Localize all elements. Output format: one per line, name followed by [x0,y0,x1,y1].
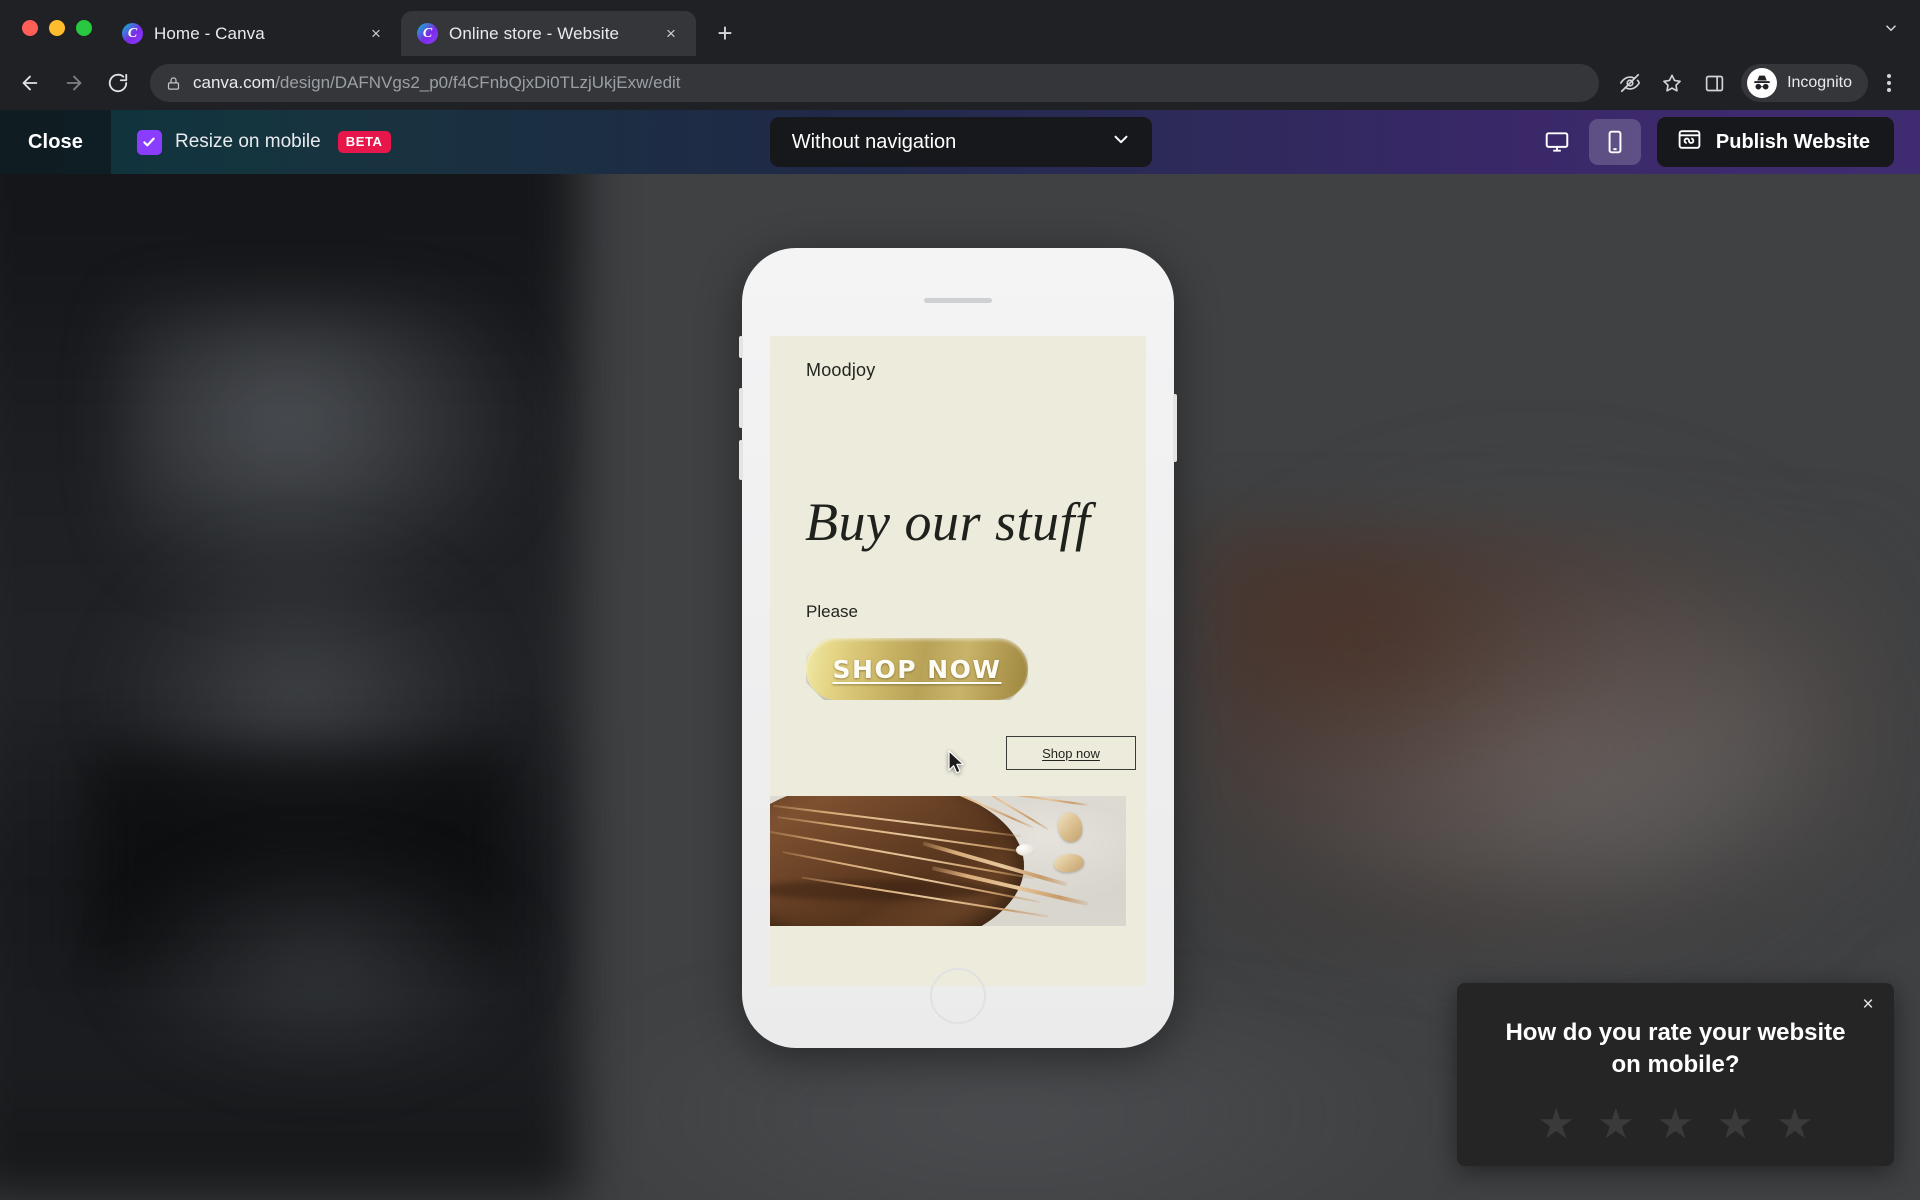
kebab-menu-icon[interactable] [1872,64,1906,102]
mobile-view-icon[interactable] [1588,119,1641,165]
resize-on-mobile-group[interactable]: Resize on mobile BETA [111,129,391,155]
forward-arrow-icon[interactable] [54,63,94,103]
toolbar-center-group: Without navigation [391,117,1531,167]
phone-volume-down-button [739,440,743,480]
canva-website-editor: Close Resize on mobile BETA Without navi… [0,110,1920,1200]
canva-icon: C [417,23,438,44]
tab-search-chevron-icon[interactable] [1870,0,1912,56]
url-path: /design/DAFNVgs2_p0/f4CFnbQjxDi0TLzjUkjE… [275,73,681,92]
backdrop-right-photo-blur [1195,520,1895,950]
publish-website-button[interactable]: Publish Website [1656,117,1894,167]
star-rating-group[interactable]: ★ ★ ★ ★ ★ [1457,1103,1894,1145]
close-icon[interactable]: × [363,21,389,47]
side-panel-icon[interactable] [1695,64,1733,102]
address-bar-text: canva.com/design/DAFNVgs2_p0/f4CFnbQjxDi… [193,73,681,93]
close-window-button[interactable] [22,20,38,36]
star-icon[interactable]: ★ [1716,1103,1754,1145]
back-arrow-icon[interactable] [10,63,50,103]
window-traffic-lights [14,0,106,56]
reload-icon[interactable] [98,63,138,103]
toolbar-right-group: Publish Website [1531,117,1920,167]
chevron-down-icon [1110,128,1132,156]
feedback-question: How do you rate your website on mobile? [1505,1019,1846,1078]
browser-tab-strip: C Home - Canva × C Online store - Websit… [0,0,1920,56]
mobile-phone-frame: Moodjoy Buy our stuff Please SHOP NOW Sh… [739,248,1177,1048]
star-icon[interactable]: ★ [1776,1103,1814,1145]
phone-speaker-slot [924,298,992,303]
navigation-style-value: Without navigation [791,130,957,153]
phone-volume-up-button [739,388,743,428]
browser-omnibox-row: canva.com/design/DAFNVgs2_p0/f4CFnbQjxDi… [0,56,1920,110]
mouse-cursor [948,750,966,781]
star-icon[interactable]: ★ [1537,1103,1575,1145]
phone-mute-switch [739,336,743,358]
phone-power-button [1173,394,1177,462]
backdrop-blob-three [110,850,530,1080]
site-subtext[interactable]: Please [806,602,858,622]
star-icon[interactable]: ★ [1657,1103,1695,1145]
maximize-window-button[interactable] [76,20,92,36]
preview-toolbar: Close Resize on mobile BETA Without navi… [0,110,1920,174]
tab-title: Home - Canva [154,23,265,43]
incognito-avatar-icon [1747,68,1778,98]
shop-now-secondary-link[interactable]: Shop now [1006,736,1136,770]
tab-title: Online store - Website [449,23,620,43]
toolbar-left-group: Close Resize on mobile BETA [0,110,391,174]
phone-home-button [930,968,986,1024]
minimize-window-button[interactable] [49,20,65,36]
browser-window: C Home - Canva × C Online store - Websit… [0,0,1920,1200]
star-icon[interactable]: ★ [1597,1103,1635,1145]
incognito-label: Incognito [1787,74,1852,91]
feedback-toast: × How do you rate your website on mobile… [1457,983,1894,1166]
close-button[interactable]: Close [0,110,111,174]
new-tab-button[interactable]: + [706,14,744,52]
incognito-profile-button[interactable]: Incognito [1741,64,1868,102]
website-preview-content: Moodjoy Buy our stuff Please SHOP NOW Sh… [770,336,1146,986]
address-bar[interactable]: canva.com/design/DAFNVgs2_p0/f4CFnbQjxDi… [150,64,1600,102]
site-heading[interactable]: Buy our stuff [805,494,1105,551]
publish-website-label: Publish Website [1715,130,1870,153]
resize-on-mobile-checkbox[interactable] [136,129,162,155]
third-party-cookie-blocked-icon[interactable] [1611,64,1649,102]
lock-icon [166,76,181,91]
gold-necklaces-on-wooden-board-photo [770,796,1126,926]
shop-now-primary-label: SHOP NOW [832,654,1002,684]
canva-icon: C [122,23,143,44]
browser-tab-home-canva[interactable]: C Home - Canva × [106,11,401,56]
desktop-view-icon[interactable] [1531,119,1583,165]
publish-website-icon [1677,127,1702,158]
beta-badge: BETA [337,131,391,153]
browser-tab-online-store-website[interactable]: C Online store - Website × [401,11,696,56]
phone-screen[interactable]: Moodjoy Buy our stuff Please SHOP NOW Sh… [770,336,1146,986]
bookmark-star-icon[interactable] [1653,64,1691,102]
resize-on-mobile-label: Resize on mobile [174,131,321,152]
shop-now-primary-button[interactable]: SHOP NOW [806,638,1028,700]
shop-now-secondary-label: Shop now [1042,745,1100,761]
navigation-style-select[interactable]: Without navigation [769,117,1152,167]
close-icon[interactable]: × [1854,991,1882,1019]
close-icon[interactable]: × [658,21,684,47]
url-domain: canva.com [193,73,276,92]
site-brand-name[interactable]: Moodjoy [806,360,875,381]
